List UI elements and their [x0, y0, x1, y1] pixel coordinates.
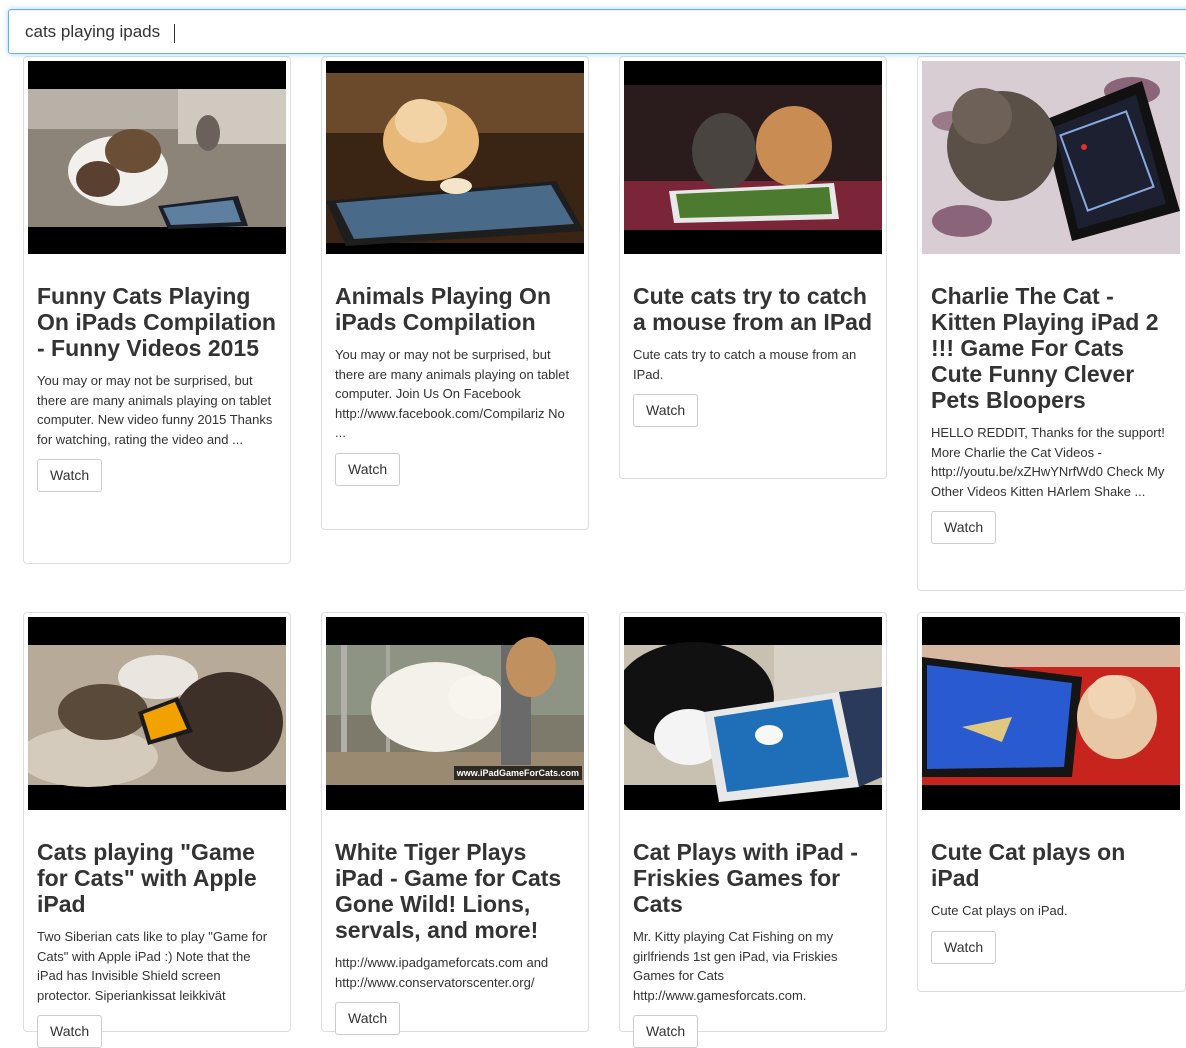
result-card: Charlie The Cat - Kitten Playing iPad 2 …	[917, 56, 1186, 591]
watch-button[interactable]: Watch	[37, 459, 103, 492]
video-thumbnail[interactable]	[326, 61, 584, 254]
watch-button[interactable]: Watch	[633, 1015, 699, 1048]
result-card: Funny Cats Playing On iPads Compilation …	[23, 56, 291, 564]
video-title: Cat Plays with iPad - Friskies Games for…	[633, 839, 858, 917]
text-caret	[174, 24, 175, 43]
result-card: Cute cats try to catch a mouse from an I…	[619, 56, 887, 479]
video-title: Cute cats try to catch a mouse from an I…	[633, 283, 873, 335]
video-description: Cute Cat plays on iPad.	[931, 903, 1068, 918]
watch-button[interactable]: Watch	[931, 930, 997, 964]
video-description: Mr. Kitty playing Cat Fishing on my girl…	[633, 929, 838, 1003]
video-thumbnail[interactable]	[624, 61, 882, 254]
video-title: Charlie The Cat - Kitten Playing iPad 2 …	[931, 283, 1159, 413]
result-card: www.iPadGameForCats.com White Tiger Play…	[321, 612, 589, 1035]
video-title: Cute Cat plays on iPad	[931, 839, 1126, 891]
result-card: Animals Playing On iPads Compilation You…	[321, 56, 589, 530]
video-description: You may or may not be surprised, but the…	[37, 373, 273, 447]
video-title: Funny Cats Playing On iPads Compilation …	[37, 283, 276, 361]
video-description: HELLO REDDIT, Thanks for the support! Mo…	[931, 425, 1165, 499]
video-thumbnail[interactable]: www.iPadGameForCats.com	[326, 617, 584, 810]
video-thumbnail[interactable]	[624, 617, 882, 810]
video-title: Cats playing "Game for Cats" with Apple …	[37, 839, 257, 917]
video-thumbnail[interactable]	[922, 617, 1180, 810]
video-thumbnail[interactable]	[922, 61, 1180, 254]
watch-button[interactable]: Watch	[335, 452, 401, 486]
video-description: You may or may not be surprised, but the…	[335, 347, 570, 440]
video-thumbnail[interactable]	[28, 617, 286, 810]
video-watermark: www.iPadGameForCats.com	[453, 766, 582, 780]
watch-button[interactable]: Watch	[37, 1015, 103, 1048]
video-description: Cute cats try to catch a mouse from an I…	[633, 347, 857, 382]
video-title: Animals Playing On iPads Compilation	[335, 283, 551, 335]
result-card: Cat Plays with iPad - Friskies Games for…	[619, 612, 887, 1048]
video-description: Two Siberian cats like to play "Game for…	[37, 929, 268, 1003]
search-input[interactable]	[9, 10, 1186, 53]
video-description: http://www.ipadgameforcats.com and http:…	[335, 955, 549, 990]
results-grid: Funny Cats Playing On iPads Compilation …	[0, 0, 1186, 1048]
search-box	[8, 9, 1186, 54]
result-card: Cute Cat plays on iPad Cute Cat plays on…	[917, 612, 1186, 992]
watch-button[interactable]: Watch	[633, 394, 699, 427]
video-title: White Tiger Plays iPad - Game for Cats G…	[335, 839, 562, 943]
result-card: Cats playing "Game for Cats" with Apple …	[23, 612, 291, 1048]
watch-button[interactable]: Watch	[931, 511, 997, 544]
video-thumbnail[interactable]	[28, 61, 286, 254]
